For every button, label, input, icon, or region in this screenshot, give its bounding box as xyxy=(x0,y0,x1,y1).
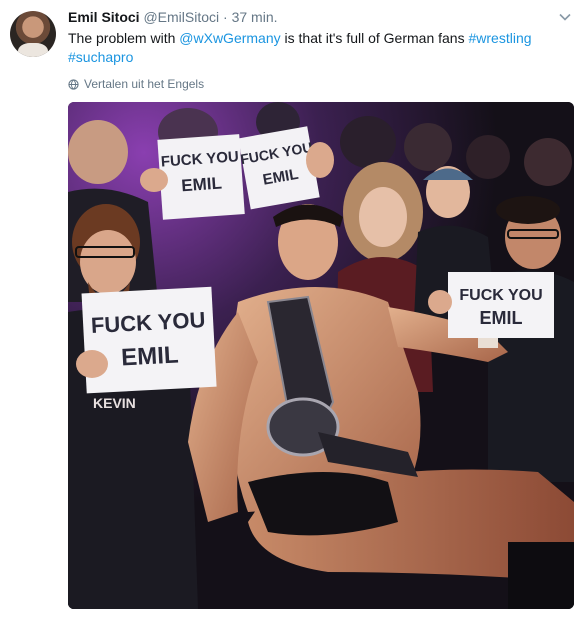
crowd-person-face xyxy=(359,187,407,247)
crowd-person xyxy=(340,116,396,168)
translate-link[interactable]: Vertalen uit het Engels xyxy=(68,77,204,91)
avatar-shirt xyxy=(18,43,48,57)
separator-dot: · xyxy=(223,9,228,25)
tweet-text-part: is that it's full of German fans xyxy=(280,30,469,46)
wrestler-trunks xyxy=(248,472,398,536)
hand xyxy=(428,290,452,314)
tweet-header: Emil Sitoci @EmilSitoci · 37 min. xyxy=(68,9,278,25)
tweet-photo[interactable]: KEVIN FUCK YOU EMIL FUCK YOU EMIL FUCK Y… xyxy=(68,102,574,609)
crowd-person xyxy=(404,123,452,171)
author-handle[interactable]: @EmilSitoci xyxy=(143,9,219,25)
sign: FUCK YOU EMIL xyxy=(81,286,217,394)
photo-scene: KEVIN FUCK YOU EMIL FUCK YOU EMIL FUCK Y… xyxy=(68,102,574,609)
shirt-text: KEVIN xyxy=(93,395,136,411)
sign-text: FUCK YOU xyxy=(459,287,542,304)
sign-text: EMIL xyxy=(121,342,180,372)
chevron-down-icon[interactable] xyxy=(558,10,572,24)
sign-text: EMIL xyxy=(480,308,523,328)
hand xyxy=(140,168,168,192)
crowd-person-face xyxy=(68,120,128,184)
tweet-card[interactable]: Emil Sitoci @EmilSitoci · 37 min. The pr… xyxy=(0,0,583,618)
wrestler-boot xyxy=(508,542,574,609)
sign-text: EMIL xyxy=(181,174,223,196)
crowd-person xyxy=(466,135,510,179)
crowd-person-hair xyxy=(496,196,560,224)
sign: FUCK YOU EMIL xyxy=(448,272,554,338)
tweet-text-part: The problem with xyxy=(68,30,180,46)
avatar[interactable] xyxy=(10,11,56,57)
author-name[interactable]: Emil Sitoci xyxy=(68,9,140,25)
sign-paper xyxy=(448,272,554,338)
crowd-person xyxy=(524,138,572,186)
tweet-timestamp[interactable]: 37 min. xyxy=(232,9,278,25)
hand xyxy=(76,350,108,378)
sign: FUCK YOU EMIL xyxy=(157,134,245,220)
hashtag-link[interactable]: #wrestling xyxy=(468,30,531,46)
sign-paper xyxy=(81,286,217,394)
mention-link[interactable]: @wXwGermany xyxy=(179,30,280,46)
hashtag-link[interactable]: #suchapro xyxy=(68,49,133,65)
tweet-text: The problem with @wXwGermany is that it'… xyxy=(68,29,548,67)
globe-icon xyxy=(68,78,79,90)
hand xyxy=(306,142,334,178)
translate-label: Vertalen uit het Engels xyxy=(84,77,205,91)
